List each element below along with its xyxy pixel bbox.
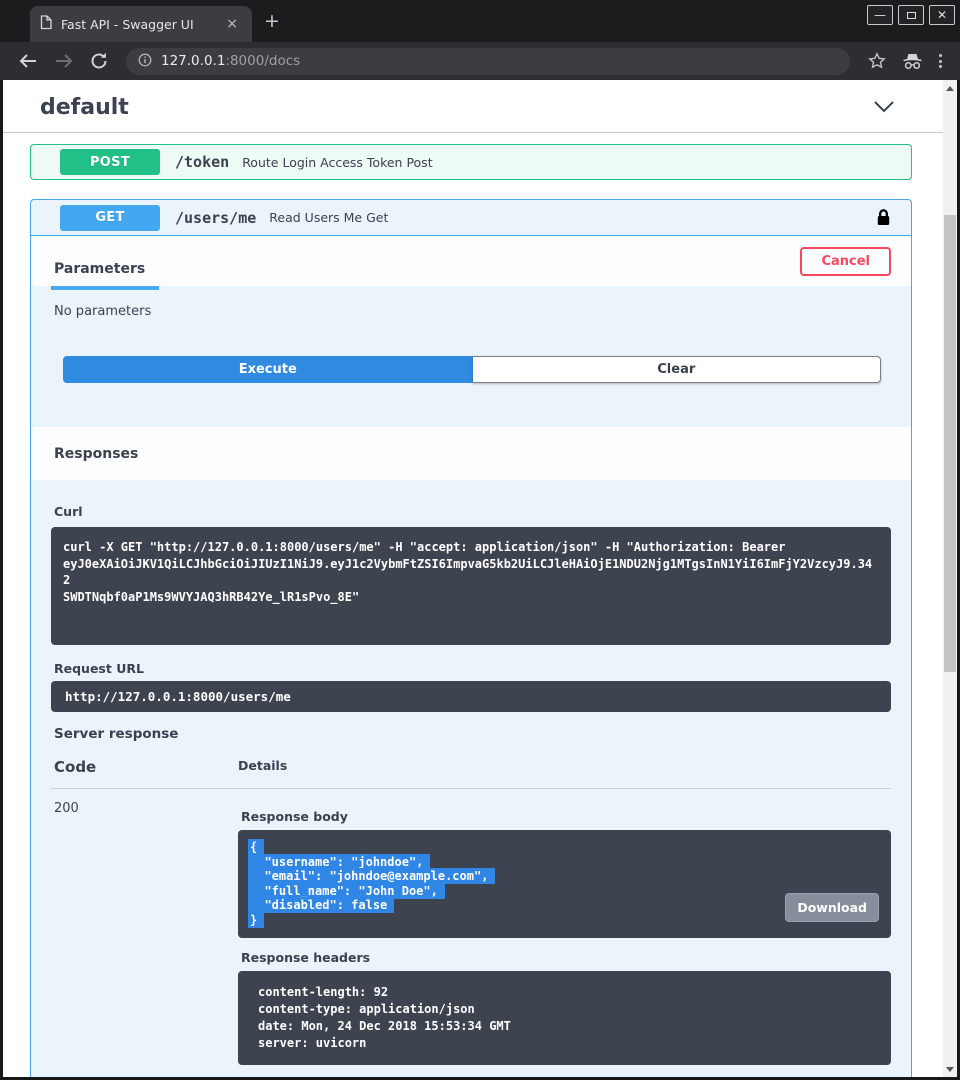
page-icon: [40, 15, 52, 34]
maximize-icon: [907, 12, 916, 19]
site-info-icon[interactable]: [138, 52, 152, 71]
auth-lock-icon[interactable]: [876, 208, 891, 227]
bookmark-star-icon[interactable]: [868, 52, 886, 70]
responses-section: Curl curl -X GET "http://127.0.0.1:8000/…: [31, 504, 911, 1077]
response-headers-block: content-length: 92 content-type: applica…: [238, 971, 891, 1065]
responses-section-header: Responses: [31, 427, 911, 480]
code-header: Code: [51, 758, 238, 776]
page-content: default POST /token Route Login Access T…: [3, 80, 943, 1077]
reload-icon[interactable]: [90, 52, 108, 70]
minimize-button[interactable]: —: [867, 5, 893, 25]
browser-toolbar: 127.0.0.1:8000/docs: [0, 42, 960, 80]
browser-tab[interactable]: Fast API - Swagger UI ×: [30, 6, 252, 42]
page-scrollbar[interactable]: [943, 80, 957, 1077]
cancel-button[interactable]: Cancel: [800, 247, 891, 276]
url-text: 127.0.0.1:8000/docs: [161, 53, 300, 69]
response-headers-label: Response headers: [238, 950, 891, 965]
tab-parameters[interactable]: Parameters: [51, 261, 159, 290]
tag-section-header[interactable]: default: [3, 80, 943, 133]
curl-label: Curl: [51, 504, 891, 519]
new-tab-button[interactable]: +: [264, 12, 280, 31]
details-header: Details: [238, 758, 891, 776]
download-button[interactable]: Download: [785, 893, 879, 922]
response-body-block[interactable]: { "username": "johndoe", "email": "johnd…: [238, 830, 891, 938]
server-response-table-header: Code Details: [51, 758, 891, 789]
browser-menu-icon[interactable]: [939, 54, 942, 68]
opblock-summary[interactable]: GET /users/me Read Users Me Get: [31, 200, 911, 236]
parameters-section: No parameters Execute Clear: [31, 286, 911, 427]
incognito-icon: [902, 53, 923, 70]
scroll-down-icon[interactable]: [943, 1063, 957, 1075]
maximize-button[interactable]: [898, 5, 924, 25]
opblock-get-users-me: GET /users/me Read Users Me Get Paramete…: [30, 199, 912, 1077]
method-badge-post: POST: [60, 149, 160, 175]
no-parameters-text: No parameters: [51, 304, 891, 319]
scrollbar-thumb[interactable]: [944, 215, 956, 672]
back-icon[interactable]: [18, 52, 38, 70]
request-url-value: http://127.0.0.1:8000/users/me: [51, 681, 891, 712]
endpoint-path: /token: [175, 153, 229, 171]
endpoint-path: /users/me: [175, 209, 256, 227]
parameters-tab-bar: Parameters Cancel: [31, 236, 911, 286]
execute-button[interactable]: Execute: [63, 356, 473, 383]
address-bar[interactable]: 127.0.0.1:8000/docs: [126, 48, 850, 75]
scroll-up-icon[interactable]: [943, 82, 957, 94]
endpoint-summary: Read Users Me Get: [269, 210, 876, 225]
close-button[interactable]: ✕: [929, 5, 955, 25]
curl-command[interactable]: curl -X GET "http://127.0.0.1:8000/users…: [51, 527, 891, 645]
responses-title: Responses: [51, 446, 138, 462]
tab-title: Fast API - Swagger UI: [61, 17, 222, 32]
server-response-label: Server response: [51, 726, 891, 742]
method-badge-get: GET: [60, 205, 160, 231]
tag-title: default: [40, 95, 129, 120]
execute-button-group: Execute Clear: [63, 356, 881, 383]
window-titlebar: Fast API - Swagger UI × + — ✕: [0, 0, 960, 42]
response-body-label: Response body: [238, 809, 891, 824]
request-url-label: Request URL: [51, 661, 891, 676]
opblock-post-token[interactable]: POST /token Route Login Access Token Pos…: [30, 144, 912, 180]
status-code: 200: [51, 801, 238, 1065]
chevron-down-icon[interactable]: [873, 98, 895, 117]
endpoint-summary: Route Login Access Token Post: [242, 155, 891, 170]
server-response-row: 200 Response body { "username": "johndoe…: [51, 789, 891, 1065]
clear-button[interactable]: Clear: [473, 356, 882, 383]
tab-close-icon[interactable]: ×: [222, 15, 242, 33]
forward-icon[interactable]: [54, 52, 74, 70]
